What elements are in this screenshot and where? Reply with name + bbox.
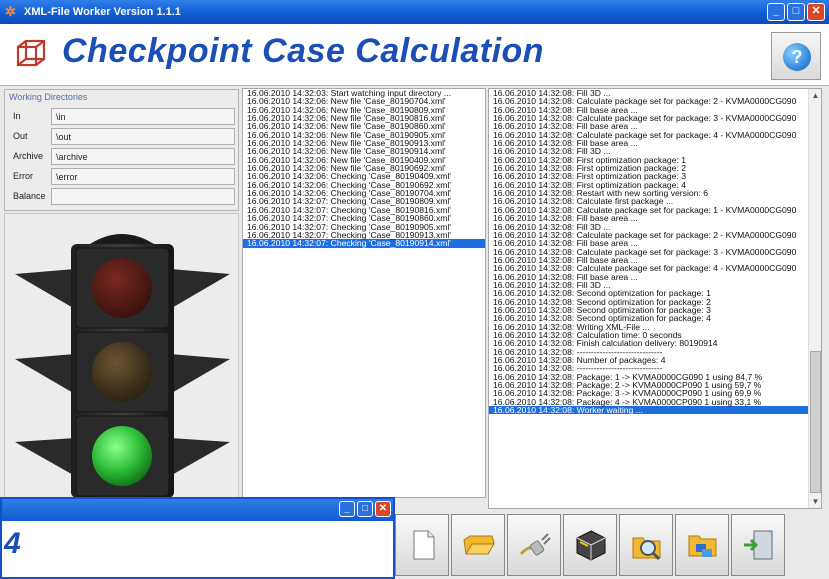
calculate-button[interactable] (563, 514, 617, 576)
close-button[interactable]: ✕ (807, 3, 825, 21)
help-button[interactable]: ? (771, 32, 821, 80)
out-directory-field[interactable]: \out (51, 128, 235, 145)
dir-row-error: Error \error (9, 168, 235, 186)
search-button[interactable] (619, 514, 673, 576)
working-directories-panel: Working Directories In \in Out \out Arch… (4, 89, 239, 211)
log-entry[interactable]: 16.06.2010 14:32:07: Checking 'Case_8019… (243, 239, 485, 248)
new-button[interactable] (395, 514, 449, 576)
balance-directory-field[interactable] (51, 188, 235, 205)
in-directory-field[interactable]: \in (51, 108, 235, 125)
popup-window: _ □ ✕ 4 (0, 497, 395, 579)
file-log-list[interactable]: 16.06.2010 14:32:03: Start watching inpu… (242, 88, 486, 498)
archive-directory-field[interactable]: \archive (51, 148, 235, 165)
scroll-up-icon[interactable]: ▲ (809, 89, 821, 102)
minimize-button[interactable]: _ (767, 3, 785, 21)
error-directory-field[interactable]: \error (51, 168, 235, 185)
popup-minimize-button[interactable]: _ (339, 501, 355, 517)
dir-label: Balance (13, 191, 46, 201)
amber-light (92, 342, 152, 402)
traffic-light-icon (15, 234, 230, 498)
green-light (92, 426, 152, 486)
new-document-icon (413, 530, 435, 560)
connect-button[interactable] (507, 514, 561, 576)
exit-door-icon (744, 530, 773, 560)
main-toolbar (395, 514, 827, 578)
log-entry[interactable]: 16.06.2010 14:32:08: Worker waiting ... (489, 406, 821, 415)
dir-label: Archive (13, 151, 44, 161)
dir-row-in: In \in (9, 108, 235, 126)
network-folder-icon (688, 535, 717, 557)
log-scrollbar[interactable]: ▲ ▼ (808, 89, 821, 508)
cube-logo-icon (16, 39, 46, 67)
maximize-button[interactable]: □ (787, 3, 805, 21)
dir-label: In (13, 111, 21, 121)
cube-icon (576, 530, 606, 561)
network-button[interactable] (675, 514, 729, 576)
dir-row-balance: Balance (9, 188, 235, 206)
exit-button[interactable] (731, 514, 785, 576)
search-folder-icon (632, 537, 661, 561)
dir-row-out: Out \out (9, 128, 235, 146)
scroll-thumb[interactable] (810, 351, 821, 493)
connect-plug-icon (519, 533, 551, 556)
open-button[interactable] (451, 514, 505, 576)
open-folder-icon (463, 535, 495, 555)
app-header: Checkpoint Case Calculation ? (0, 24, 829, 86)
window-title: XML-File Worker Version 1.1.1 (24, 6, 181, 18)
popup-titlebar: _ □ ✕ (2, 499, 393, 521)
help-icon: ? (783, 43, 811, 71)
popup-close-button[interactable]: ✕ (375, 501, 391, 517)
calculation-log-list[interactable]: 16.06.2010 14:32:08: Fill 3D ... 16.06.20… (488, 88, 822, 509)
app-icon: ✲ (5, 4, 16, 19)
window-titlebar: ✲ XML-File Worker Version 1.1.1 _ □ ✕ (0, 0, 829, 24)
working-directories-legend: Working Directories (9, 92, 88, 102)
dir-row-archive: Archive \archive (9, 148, 235, 166)
popup-content: 4 (4, 527, 21, 560)
scroll-down-icon[interactable]: ▼ (809, 495, 821, 508)
dir-label: Error (13, 171, 33, 181)
page-title: Checkpoint Case Calculation (62, 32, 545, 70)
traffic-light-panel (4, 213, 239, 500)
red-light (92, 258, 152, 318)
dir-label: Out (13, 131, 28, 141)
popup-maximize-button[interactable]: □ (357, 501, 373, 517)
